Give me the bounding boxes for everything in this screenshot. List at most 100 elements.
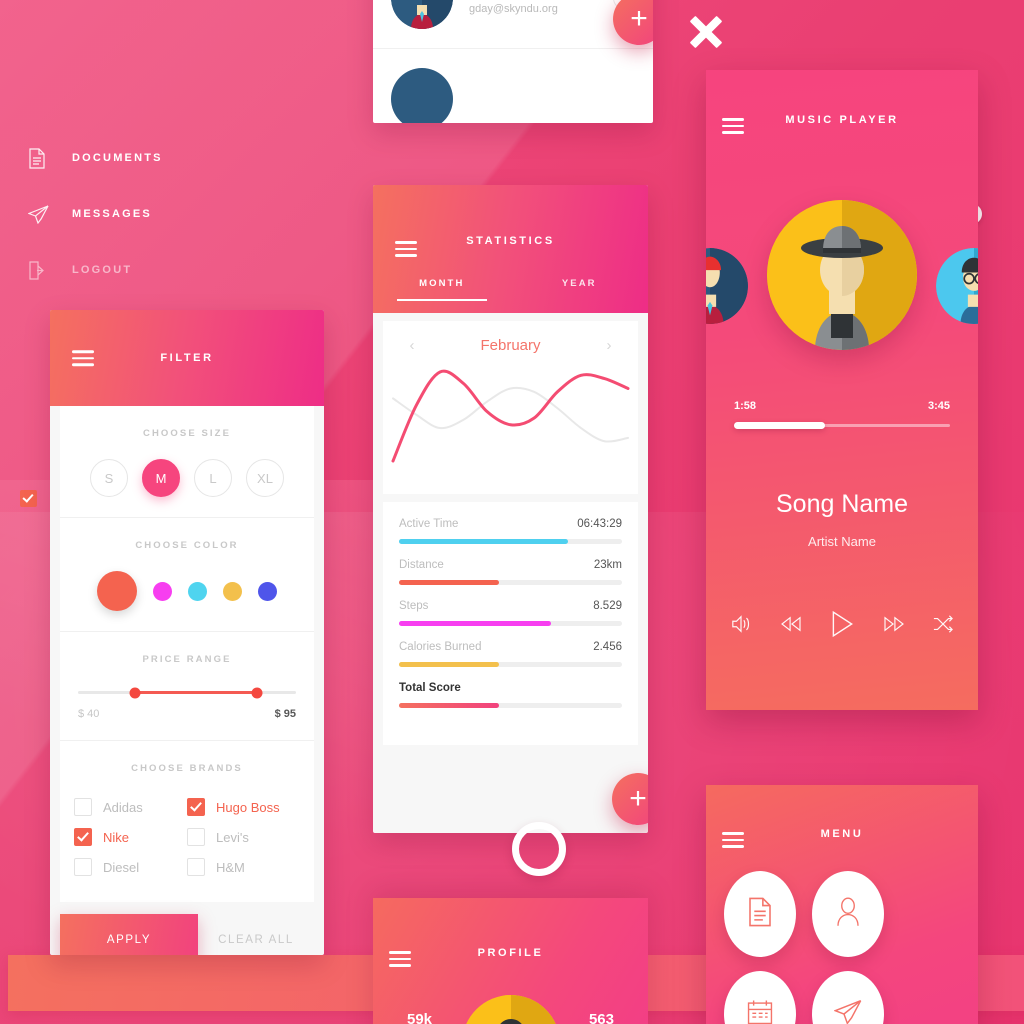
metric-header: Active Time 06:43:29 xyxy=(399,518,622,530)
color-swatch-4[interactable] xyxy=(258,581,277,601)
user-icon xyxy=(835,897,861,932)
next-album-art[interactable] xyxy=(936,248,978,324)
logout-icon xyxy=(28,260,62,281)
checkbox-h-m[interactable] xyxy=(187,858,205,876)
section-title: PRICE RANGE xyxy=(142,654,232,665)
brand-row[interactable]: H&M xyxy=(187,852,300,882)
volume-icon[interactable] xyxy=(730,614,752,634)
color-swatches xyxy=(60,571,314,611)
menu-tile-calendar[interactable] xyxy=(724,971,796,1024)
play-icon[interactable] xyxy=(829,610,855,638)
sidebar-item-label: DOCUMENTS xyxy=(72,152,163,164)
metric-name: Steps xyxy=(399,600,429,612)
price-slider-min-handle[interactable] xyxy=(129,687,141,698)
metric-bar xyxy=(399,662,622,667)
brand-row[interactable]: Diesel xyxy=(74,852,187,882)
metric-bar xyxy=(399,539,622,544)
shuffle-icon[interactable] xyxy=(932,614,954,634)
metric-name: Total Score xyxy=(399,682,461,694)
statistics-tabs: MONTH YEAR xyxy=(373,278,648,301)
price-labels: $ 40 $ 95 xyxy=(78,708,296,720)
rewind-icon[interactable] xyxy=(780,615,802,633)
brand-row[interactable]: Hugo Boss xyxy=(187,792,300,822)
menu-tile-profile[interactable] xyxy=(812,871,884,957)
page-title: MUSIC PLAYER xyxy=(785,114,899,126)
progress-bar[interactable] xyxy=(734,422,950,429)
section-title: CHOOSE COLOR xyxy=(135,540,239,551)
chart-series-line xyxy=(392,386,629,443)
checkbox-levi-s[interactable] xyxy=(187,828,205,846)
playback-controls xyxy=(730,610,954,638)
sidebar-item-documents[interactable]: DOCUMENTS xyxy=(0,130,1024,186)
menu-tile-documents[interactable] xyxy=(724,871,796,957)
page-title: STATISTICS xyxy=(466,235,555,247)
checkbox-hugo-boss[interactable] xyxy=(187,798,205,816)
brand-label: Hugo Boss xyxy=(216,799,280,815)
size-option-s[interactable]: S xyxy=(90,459,128,497)
sidebar-item-logout[interactable]: LOGOUT xyxy=(0,242,1024,298)
paper-plane-icon xyxy=(833,999,862,1024)
page-title: MENU xyxy=(820,828,864,840)
color-swatch-2[interactable] xyxy=(188,581,207,601)
statistics-line-chart xyxy=(391,369,630,463)
contact-row[interactable] xyxy=(373,49,653,123)
tab-month[interactable]: MONTH xyxy=(373,278,511,301)
color-swatch-0[interactable] xyxy=(97,571,137,611)
size-option-xl[interactable]: XL xyxy=(246,459,284,497)
color-swatch-1[interactable] xyxy=(153,581,172,601)
brand-list: Adidas Hugo Boss Nike Levi's Diesel H&M xyxy=(74,792,300,882)
brand-row[interactable]: Nike xyxy=(74,822,187,852)
size-option-m[interactable]: M xyxy=(142,459,180,497)
tab-year[interactable]: YEAR xyxy=(511,278,649,301)
price-max-label: $ 95 xyxy=(274,708,296,720)
metric-header: Steps 8.529 xyxy=(399,600,622,612)
brand-row[interactable]: Levi's xyxy=(187,822,300,852)
metric-header: Total Score xyxy=(399,682,622,694)
avatar xyxy=(461,995,560,1024)
add-statistic-fab[interactable]: + xyxy=(612,773,648,825)
metric-row: Steps 8.529 xyxy=(399,600,622,626)
price-slider-max-handle[interactable] xyxy=(251,687,263,698)
ring-indicator xyxy=(512,822,566,876)
chevron-left-icon[interactable]: ‹ xyxy=(397,337,427,354)
checkbox-diesel[interactable] xyxy=(74,858,92,876)
document-icon xyxy=(747,897,773,932)
price-range-section: PRICE RANGE $ 40 $ 95 xyxy=(60,632,314,741)
color-swatch-3[interactable] xyxy=(223,581,242,601)
close-icon[interactable] xyxy=(686,12,726,52)
song-title: Song Name xyxy=(775,490,909,518)
metric-bar xyxy=(399,580,622,585)
contact-email: gday@skyndu.org xyxy=(469,3,558,15)
checkbox-nike[interactable] xyxy=(74,828,92,846)
brand-row[interactable]: Adidas xyxy=(74,792,187,822)
metric-header: Calories Burned 2.456 xyxy=(399,641,622,653)
previous-album-art[interactable] xyxy=(706,248,748,324)
paper-plane-icon xyxy=(28,204,62,224)
size-option-l[interactable]: L xyxy=(194,459,232,497)
forward-icon[interactable] xyxy=(883,615,905,633)
metric-header: Distance 23km xyxy=(399,559,622,571)
price-slider[interactable] xyxy=(78,687,296,698)
filter-footer: APPLY CLEAR ALL xyxy=(50,914,324,955)
sidebar-item-messages[interactable]: MESSAGES 3 xyxy=(0,186,1024,242)
music-player-panel: MUSIC PLAYER 1:58 3:45 Song Name Artist … xyxy=(706,70,978,710)
filter-header: FILTER xyxy=(50,310,324,406)
checkbox-adidas[interactable] xyxy=(74,798,92,816)
duration-time: 3:45 xyxy=(927,400,950,412)
apply-button[interactable]: APPLY xyxy=(60,914,198,955)
checkbox-nike[interactable] xyxy=(20,490,37,507)
metric-row: Distance 23km xyxy=(399,559,622,585)
choose-size-section: CHOOSE SIZE S M L XL xyxy=(60,406,314,518)
chart-series-line xyxy=(391,369,630,463)
avatar xyxy=(391,68,453,123)
metric-bar xyxy=(399,621,622,626)
chevron-right-icon[interactable]: › xyxy=(594,337,624,354)
clear-all-button[interactable]: CLEAR ALL xyxy=(198,934,314,946)
contact-row[interactable]: Alan Shaw gday@skyndu.org × xyxy=(373,0,653,49)
profile-stat-left: 59k xyxy=(407,1011,433,1024)
metric-value: 23km xyxy=(593,559,622,571)
filter-card: FILTER CHOOSE SIZE S M L XL CHOOSE COLOR… xyxy=(50,310,324,955)
sidebar-item-label: MESSAGES xyxy=(72,208,152,220)
metric-value: 8.529 xyxy=(593,600,622,612)
menu-tile-messages[interactable] xyxy=(812,971,884,1024)
